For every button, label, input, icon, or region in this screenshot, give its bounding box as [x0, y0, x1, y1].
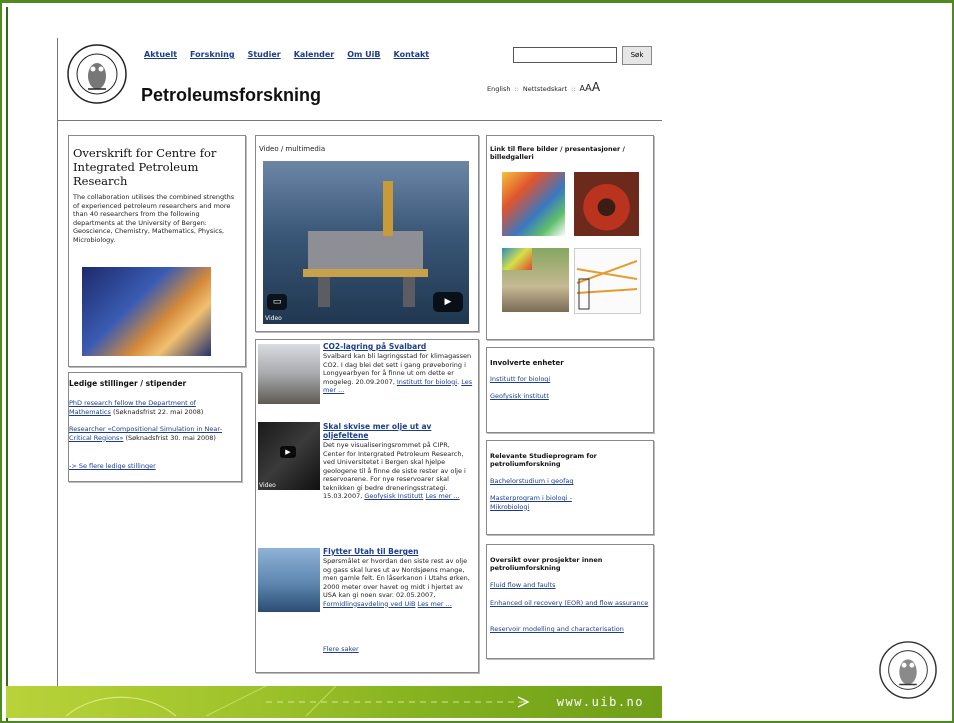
nav-forskning[interactable]: Forskning [190, 50, 235, 59]
news-source-link[interactable]: Formidlingsavdeling ved UiB [323, 600, 416, 608]
gallery-image-geomap[interactable] [502, 172, 565, 236]
gallery-image-diagram[interactable] [574, 248, 641, 314]
news-body: Det nye visualiseringsrommet på CIPR, Ce… [323, 441, 466, 500]
gallery-image-pipe[interactable] [574, 172, 639, 236]
footer-banner: www.uib.no [6, 686, 662, 718]
gallery-image-fieldwork[interactable] [502, 248, 569, 312]
more-jobs-link[interactable]: -> Se flere ledige stillinger [69, 462, 156, 471]
project-link[interactable]: Reservoir modelling and characterisation [490, 625, 650, 634]
sitemap-link[interactable]: Nettstedskart [523, 85, 567, 93]
project-link[interactable]: Enhanced oil recovery (EOR) and flow ass… [490, 599, 650, 608]
news-body: Spørsmålet er hvordan den siste rest av … [323, 557, 470, 608]
page-title: Petroleumsforskning [141, 85, 322, 105]
projects-box: Oversikt over prosjekter innen petrolium… [486, 544, 654, 659]
intro-heading: Overskrift for Centre for Integrated Pet… [73, 146, 217, 188]
play-icon[interactable]: ▶ [280, 446, 296, 458]
search-input[interactable] [513, 47, 617, 63]
footer-url[interactable]: www.uib.no [557, 695, 644, 709]
research-photo [82, 267, 211, 356]
job-deadline: (Søknadsfrist 22. mai 2008) [110, 407, 204, 416]
job-item: PhD research fellow the Department of Ma… [69, 399, 239, 416]
unit-link-geophysics[interactable]: Geofysisk institutt [490, 392, 549, 401]
read-more-link[interactable]: Les mer ... [418, 600, 452, 608]
news-source-link[interactable]: Institutt for biologi [397, 378, 457, 386]
nav-om-uib[interactable]: Om UiB [347, 50, 380, 59]
jobs-box: Ledige stillinger / stipender PhD resear… [68, 372, 242, 482]
uib-seal-icon [67, 44, 127, 104]
news-thumb-utah [258, 548, 320, 612]
unit-link-biology[interactable]: Institutt for biologi [490, 375, 550, 384]
text-size-large[interactable]: A [592, 80, 600, 94]
search-button[interactable]: Søk [622, 46, 652, 65]
nav-kontakt[interactable]: Kontakt [394, 50, 430, 59]
projects-heading: Oversikt over prosjekter innen petrolium… [490, 556, 603, 572]
read-more-link[interactable]: Les mer ... [425, 492, 459, 500]
nav-aktuelt[interactable]: Aktuelt [144, 50, 177, 59]
gallery-heading[interactable]: Link til flere bilder / presentasjoner /… [490, 145, 650, 161]
units-box: Involverte enheter Institutt for biologi… [486, 347, 654, 433]
video-player[interactable]: ▭ ▶ Video [263, 161, 469, 324]
fullscreen-icon[interactable]: ▭ [267, 294, 287, 310]
nav-studier[interactable]: Studier [248, 50, 281, 59]
video-label: Video / multimedia [259, 145, 326, 153]
news-title[interactable]: Flytter Utah til Bergen [323, 547, 418, 556]
main-nav: Aktuelt Forskning Studier Kalender Om UiB Kon… [144, 50, 442, 59]
news-source-link[interactable]: Geofysisk Institutt [364, 492, 423, 500]
english-link[interactable]: English [487, 85, 510, 93]
play-button[interactable]: ▶ [433, 292, 463, 312]
job-deadline: (Søknadsfrist 30. mai 2008) [123, 433, 216, 442]
news-box: CO2-lagring på Svalbard Svalbard kan bli… [255, 339, 479, 673]
study-link[interactable]: Masterprogram i biologi - Mikrobiologi [490, 494, 610, 511]
uib-seal-icon [879, 641, 937, 699]
gallery-box: Link til flere bilder / presentasjoner /… [486, 135, 654, 340]
video-caption: Video [265, 315, 282, 322]
news-thumb-svalbard [258, 344, 320, 404]
video-box: Video / multimedia ▭ ▶ Video [255, 135, 479, 332]
more-news-link[interactable]: Flere saker [323, 645, 359, 654]
intro-box: Overskrift for Centre for Integrated Pet… [68, 135, 246, 367]
units-heading: Involverte enheter [490, 359, 564, 367]
utility-links: English:: Nettstedskart:: AAA [487, 80, 600, 94]
nav-kalender[interactable]: Kalender [294, 50, 335, 59]
news-title[interactable]: CO2-lagring på Svalbard [323, 342, 426, 351]
separator: :: [571, 85, 576, 93]
study-box: Relevante Studieprogram for petroliumfor… [486, 440, 654, 535]
news-thumb-video[interactable]: ▶ Video [258, 422, 320, 490]
project-link[interactable]: Fluid flow and faults [490, 581, 556, 590]
site-header: Aktuelt Forskning Studier Kalender Om UiB Kon… [58, 38, 662, 121]
news-body: Svalbard kan bli lagringsstad for klimag… [323, 352, 473, 394]
study-link[interactable]: Bachelorstudium i geofag [490, 477, 573, 486]
study-heading: Relevante Studieprogram for petroliumfor… [490, 452, 597, 468]
video-caption: Video [259, 482, 276, 489]
intro-text: The collaboration utilises the combined … [73, 193, 235, 244]
webpage-mockup: Aktuelt Forskning Studier Kalender Om UiB Kon… [57, 38, 662, 688]
job-item: Researcher «Compositional Simulation in … [69, 425, 239, 442]
separator: :: [514, 85, 519, 93]
jobs-heading: Ledige stillinger / stipender [69, 379, 187, 388]
text-size-medium[interactable]: A [585, 83, 592, 94]
news-title[interactable]: Skal skvise mer olje ut av oljefeltene [323, 422, 473, 440]
